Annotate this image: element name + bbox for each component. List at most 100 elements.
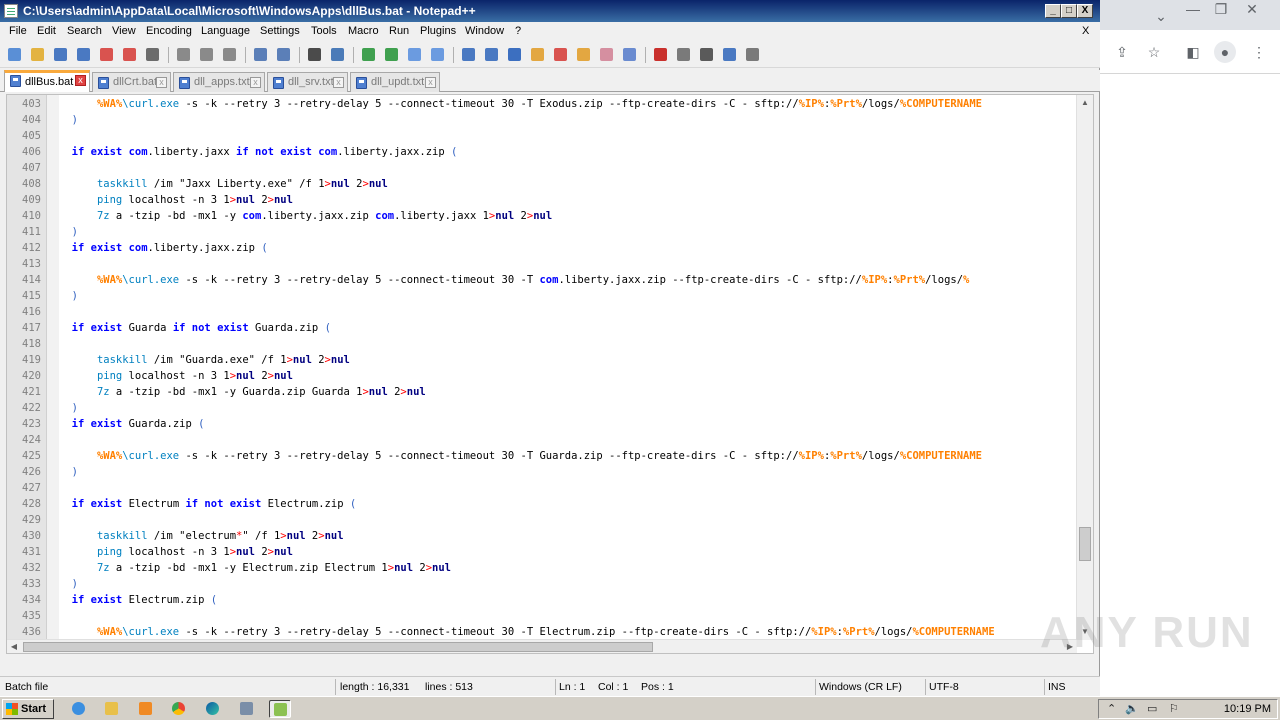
- start-button[interactable]: Start: [2, 699, 54, 719]
- menu-settings[interactable]: Settings: [260, 25, 300, 37]
- minimize-button[interactable]: _: [1045, 4, 1061, 18]
- udl-icon[interactable]: [529, 46, 547, 63]
- star-icon[interactable]: ☆: [1143, 41, 1165, 63]
- save-all-icon[interactable]: [75, 46, 93, 63]
- tab-dllcrt[interactable]: dllCrt.bat x: [92, 72, 171, 92]
- tab-dll-apps[interactable]: dll_apps.txt x: [173, 72, 265, 92]
- horizontal-scrollbar[interactable]: ◀ ▶: [7, 639, 1077, 653]
- paste-icon[interactable]: [221, 46, 239, 63]
- tab-close-icon[interactable]: x: [425, 77, 436, 88]
- run-macro-multiple-icon[interactable]: [721, 46, 739, 63]
- menu-file[interactable]: File: [9, 25, 27, 37]
- monitor-icon[interactable]: [621, 46, 639, 63]
- ie-icon[interactable]: [68, 700, 90, 718]
- scroll-left-icon[interactable]: ◀: [7, 640, 21, 653]
- menu-encoding[interactable]: Encoding: [146, 25, 192, 37]
- close-icon[interactable]: [98, 46, 116, 63]
- replace-icon[interactable]: [329, 46, 347, 63]
- close-icon[interactable]: ✕: [1241, 0, 1263, 20]
- open-file-icon[interactable]: [29, 46, 47, 63]
- media-player-icon[interactable]: [135, 700, 157, 718]
- redo-icon[interactable]: [275, 46, 293, 63]
- code-token: nul: [273, 194, 293, 206]
- notepad-plus-plus-icon[interactable]: [269, 700, 291, 718]
- close-all-icon[interactable]: [121, 46, 139, 63]
- edge-icon[interactable]: [202, 700, 224, 718]
- tab-dllbus[interactable]: dllBus.bat x: [4, 70, 90, 92]
- code-line: if exist Electrum if not exist Electrum.…: [59, 496, 357, 512]
- zoom-in-icon[interactable]: [360, 46, 378, 63]
- find-icon[interactable]: [306, 46, 324, 63]
- save-icon[interactable]: [52, 46, 70, 63]
- menu-edit[interactable]: Edit: [37, 25, 56, 37]
- menu-view[interactable]: View: [112, 25, 136, 37]
- code-token: if exist: [71, 146, 129, 158]
- undo-icon[interactable]: [252, 46, 270, 63]
- cut-icon[interactable]: [175, 46, 193, 63]
- minimize-icon[interactable]: —: [1182, 0, 1204, 20]
- show-all-chars-icon[interactable]: [483, 46, 501, 63]
- sync-vertical-icon[interactable]: [406, 46, 424, 63]
- doc-map-icon[interactable]: [552, 46, 570, 63]
- app-window-icon[interactable]: [236, 700, 258, 718]
- show-hidden-icons-icon[interactable]: ⌃: [1107, 702, 1116, 715]
- stop-record-icon[interactable]: [675, 46, 693, 63]
- menu-search[interactable]: Search: [67, 25, 102, 37]
- menu-tools[interactable]: Tools: [311, 25, 337, 37]
- code-token: .liberty.jaxx.zip: [261, 210, 376, 222]
- volume-icon[interactable]: 🔈: [1125, 702, 1139, 715]
- explorer-folder-icon[interactable]: [101, 700, 123, 718]
- new-file-icon[interactable]: [6, 46, 24, 63]
- copy-icon[interactable]: [198, 46, 216, 63]
- horizontal-scroll-thumb[interactable]: [23, 642, 653, 652]
- indent-guide-icon[interactable]: [506, 46, 524, 63]
- function-list-icon[interactable]: [575, 46, 593, 63]
- code-line: %WA%\curl.exe -s -k --retry 3 --retry-de…: [59, 272, 969, 288]
- menu-window[interactable]: Window: [465, 25, 504, 37]
- maximize-button[interactable]: □: [1061, 4, 1077, 18]
- profile-icon[interactable]: ●: [1214, 41, 1236, 63]
- tab-dll-srv[interactable]: dll_srv.txt x: [267, 72, 348, 92]
- line-number: 415: [22, 290, 41, 302]
- chevron-down-icon[interactable]: ⌄: [1150, 5, 1172, 27]
- menu-language[interactable]: Language: [201, 25, 250, 37]
- menu-plugins[interactable]: Plugins: [420, 25, 456, 37]
- sync-horizontal-icon[interactable]: [429, 46, 447, 63]
- tab-dll-updt[interactable]: dll_updt.txt x: [350, 72, 440, 92]
- tab-close-icon[interactable]: x: [333, 77, 344, 88]
- document-close-button[interactable]: X: [1082, 25, 1089, 37]
- chrome-icon[interactable]: [168, 700, 190, 718]
- save-macro-icon[interactable]: [744, 46, 762, 63]
- zoom-out-icon[interactable]: [383, 46, 401, 63]
- restore-icon[interactable]: ❐: [1210, 0, 1232, 20]
- window-title: C:\Users\admin\AppData\Local\Microsoft\W…: [23, 4, 476, 18]
- tab-close-icon[interactable]: x: [75, 75, 86, 86]
- print-icon[interactable]: [144, 46, 162, 63]
- stop-record-icon-glyph: [677, 48, 690, 61]
- menu-help[interactable]: ?: [515, 25, 521, 37]
- network-icon[interactable]: ▭: [1147, 702, 1157, 715]
- folder-workspace-icon[interactable]: [598, 46, 616, 63]
- share-icon[interactable]: ⇪: [1111, 41, 1133, 63]
- scroll-up-icon[interactable]: ▲: [1077, 95, 1093, 111]
- menu-dots-icon[interactable]: ⋮: [1248, 41, 1270, 63]
- vertical-scroll-thumb[interactable]: [1079, 527, 1091, 561]
- code-area[interactable]: %WA%\curl.exe -s -k --retry 3 --retry-de…: [59, 95, 1075, 653]
- record-macro-icon[interactable]: [652, 46, 670, 63]
- fold-margin[interactable]: [47, 95, 59, 653]
- word-wrap-icon[interactable]: [460, 46, 478, 63]
- clock[interactable]: 10:19 PM: [1224, 703, 1271, 715]
- play-macro-icon[interactable]: [698, 46, 716, 63]
- tab-close-icon[interactable]: x: [156, 77, 167, 88]
- flag-icon[interactable]: ⚐: [1169, 702, 1179, 715]
- vertical-scrollbar[interactable]: ▲ ▼: [1076, 95, 1093, 640]
- code-token: 7z: [96, 386, 110, 398]
- editor-pane[interactable]: 403 404 405 406 407 408 409 410 411 412 413 414 415 4…: [6, 94, 1094, 654]
- close-button[interactable]: X: [1077, 4, 1093, 18]
- menu-run[interactable]: Run: [389, 25, 409, 37]
- menu-macro[interactable]: Macro: [348, 25, 379, 37]
- sidebar-icon[interactable]: ◧: [1182, 41, 1204, 63]
- tab-close-icon[interactable]: x: [250, 77, 261, 88]
